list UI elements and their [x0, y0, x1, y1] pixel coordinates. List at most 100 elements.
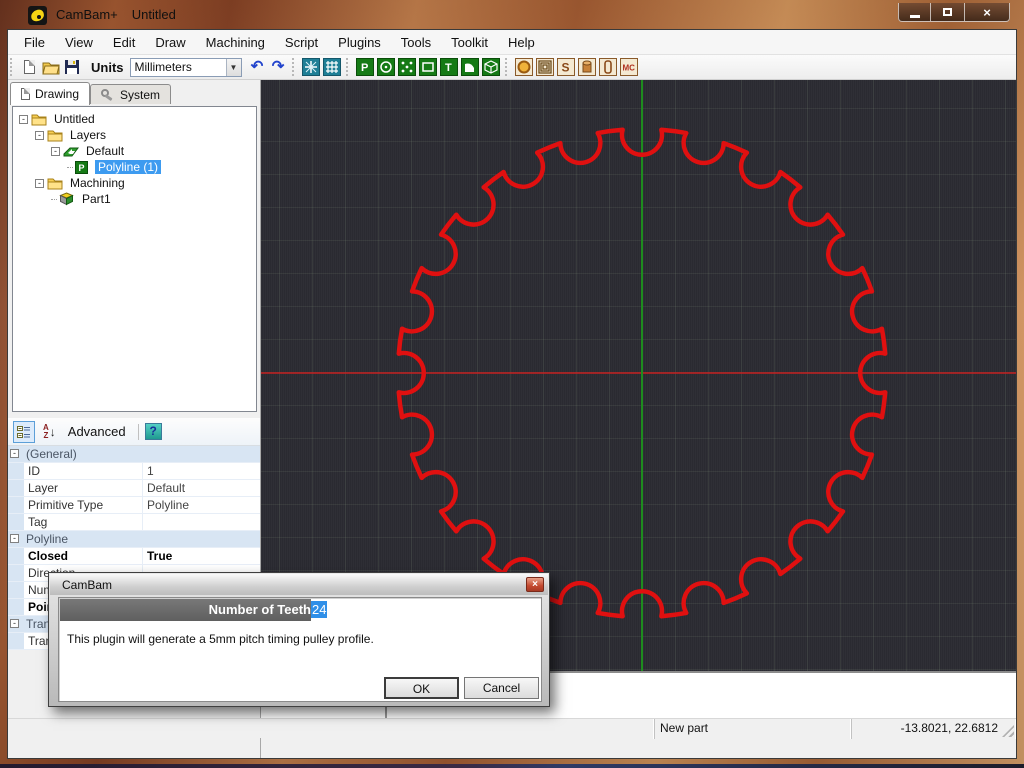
tree-item-part1[interactable]: Part1 [13, 191, 256, 207]
property-row[interactable]: ID1 [8, 463, 260, 480]
page-icon [21, 88, 30, 100]
advanced-button[interactable]: Advanced [68, 424, 126, 439]
machine-profile-button[interactable] [599, 58, 618, 77]
help-button[interactable]: ? [145, 423, 162, 440]
layer-icon [63, 144, 79, 158]
tree-item-polyline-1-[interactable]: PPolyline (1) [13, 159, 256, 175]
draw-surface-button[interactable] [461, 58, 480, 77]
tree-item-untitled[interactable]: - Untitled [13, 111, 256, 127]
cancel-button[interactable]: Cancel [464, 677, 539, 699]
draw-polyline-button[interactable]: P [356, 58, 375, 77]
tree-item-layers[interactable]: - Layers [13, 127, 256, 143]
drawing-tree[interactable]: -Untitled-Layers-DefaultPPolyline (1)-Ma… [12, 106, 257, 412]
separator [138, 424, 139, 440]
new-file-button[interactable] [20, 58, 39, 77]
close-button[interactable]: × [964, 3, 1010, 22]
toolbar-drag-handle[interactable] [346, 58, 352, 76]
maximize-button[interactable] [931, 3, 964, 22]
toolbar-drag-handle[interactable] [292, 58, 298, 76]
tree-item-label[interactable]: Layers [67, 128, 109, 142]
open-file-button[interactable] [41, 58, 60, 77]
dialog-title: CamBam [62, 578, 112, 592]
tree-expander[interactable]: - [19, 115, 28, 124]
tree-expander[interactable]: - [51, 147, 60, 156]
tree-item-label[interactable]: Default [83, 144, 127, 158]
tab-drawing[interactable]: Drawing [10, 82, 90, 105]
teeth-input-value: 24 [311, 601, 327, 618]
close-icon: × [983, 5, 991, 20]
menu-view[interactable]: View [55, 30, 103, 55]
menu-plugins[interactable]: Plugins [328, 30, 391, 55]
undo-button[interactable]: ↶ [248, 58, 267, 77]
tab-strip: Drawing System [8, 80, 171, 104]
menu-machining[interactable]: Machining [196, 30, 275, 55]
machine-mc-button[interactable]: MC [620, 58, 639, 77]
machine-circle-button[interactable] [515, 58, 534, 77]
toolbar-drag-handle[interactable] [505, 58, 511, 76]
draw-circle-button[interactable] [377, 58, 396, 77]
tree-expander[interactable]: - [35, 131, 44, 140]
property-row[interactable]: Primitive TypePolyline [8, 497, 260, 514]
units-dropdown[interactable]: Millimeters ▼ [130, 58, 242, 77]
status-section-empty [8, 719, 655, 739]
tree-item-label[interactable]: Polyline (1) [95, 160, 161, 174]
toolbar-drag-handle[interactable] [10, 58, 16, 76]
tab-system[interactable]: System [90, 84, 171, 104]
tree-item-label[interactable]: Machining [67, 176, 128, 190]
categorized-view-button[interactable] [13, 421, 35, 443]
property-category[interactable]: -Polyline [8, 531, 260, 548]
dialog-title-bar[interactable]: CamBam [50, 574, 548, 595]
menu-file[interactable]: File [14, 30, 55, 55]
chevron-down-icon[interactable]: ▼ [226, 59, 241, 76]
tree-connector [51, 199, 57, 200]
machine-engrave-button[interactable]: S [557, 58, 576, 77]
units-value: Millimeters [135, 60, 192, 74]
dialog-close-button[interactable]: × [526, 577, 544, 592]
draw-text-button[interactable]: T [440, 58, 459, 77]
tab-drawing-label: Drawing [35, 87, 79, 101]
toolbar-group-file [18, 58, 83, 77]
machine-pocket-button[interactable] [536, 58, 555, 77]
toolbar-group-draw: PT [354, 58, 503, 77]
tree-expander[interactable]: - [35, 179, 44, 188]
tree-item-default[interactable]: - Default [13, 143, 256, 159]
property-row[interactable]: Tag [8, 514, 260, 531]
category-expander[interactable]: - [10, 534, 19, 543]
tree-item-label[interactable]: Untitled [51, 112, 98, 126]
app-name: CamBam+ [56, 7, 118, 22]
toggle-grid-button[interactable] [323, 58, 342, 77]
menu-draw[interactable]: Draw [145, 30, 195, 55]
draw-rectangle-button[interactable] [419, 58, 438, 77]
toolbar-group-edit: ↶↷ [246, 58, 290, 77]
menu-tools[interactable]: Tools [391, 30, 441, 55]
alphabetical-sort-button[interactable]: AZ↓ [41, 421, 58, 443]
resize-grip[interactable] [1002, 725, 1014, 737]
title-bar[interactable]: CamBam+Untitled × [0, 0, 1024, 30]
teeth-input[interactable]: 24 [311, 599, 540, 621]
property-row[interactable]: LayerDefault [8, 480, 260, 497]
property-row[interactable]: ClosedTrue [8, 548, 260, 565]
categorized-icon [17, 425, 31, 439]
toolbar-group-view [300, 58, 344, 77]
draw-points-button[interactable] [398, 58, 417, 77]
status-coordinates: -13.8021, 22.6812 [852, 719, 1016, 739]
category-expander[interactable]: - [10, 449, 19, 458]
menu-help[interactable]: Help [498, 30, 545, 55]
minimize-button[interactable] [898, 3, 931, 22]
save-file-button[interactable] [62, 58, 81, 77]
dialog-content: Number of Teeth 24 This plugin will gene… [58, 597, 542, 702]
redo-button[interactable]: ↷ [269, 58, 288, 77]
toggle-axes-button[interactable] [302, 58, 321, 77]
menu-toolkit[interactable]: Toolkit [441, 30, 498, 55]
ok-button[interactable]: OK [384, 677, 459, 699]
tree-item-label[interactable]: Part1 [79, 192, 114, 206]
machine-drill-button[interactable] [578, 58, 597, 77]
category-expander[interactable]: - [10, 619, 19, 628]
cursor-coordinates: -13.8021, 22.6812 [901, 721, 998, 735]
menu-script[interactable]: Script [275, 30, 328, 55]
menu-edit[interactable]: Edit [103, 30, 145, 55]
tree-item-machining[interactable]: - Machining [13, 175, 256, 191]
draw-solid-button[interactable] [482, 58, 501, 77]
minimize-icon [910, 15, 920, 18]
property-category[interactable]: -(General) [8, 446, 260, 463]
